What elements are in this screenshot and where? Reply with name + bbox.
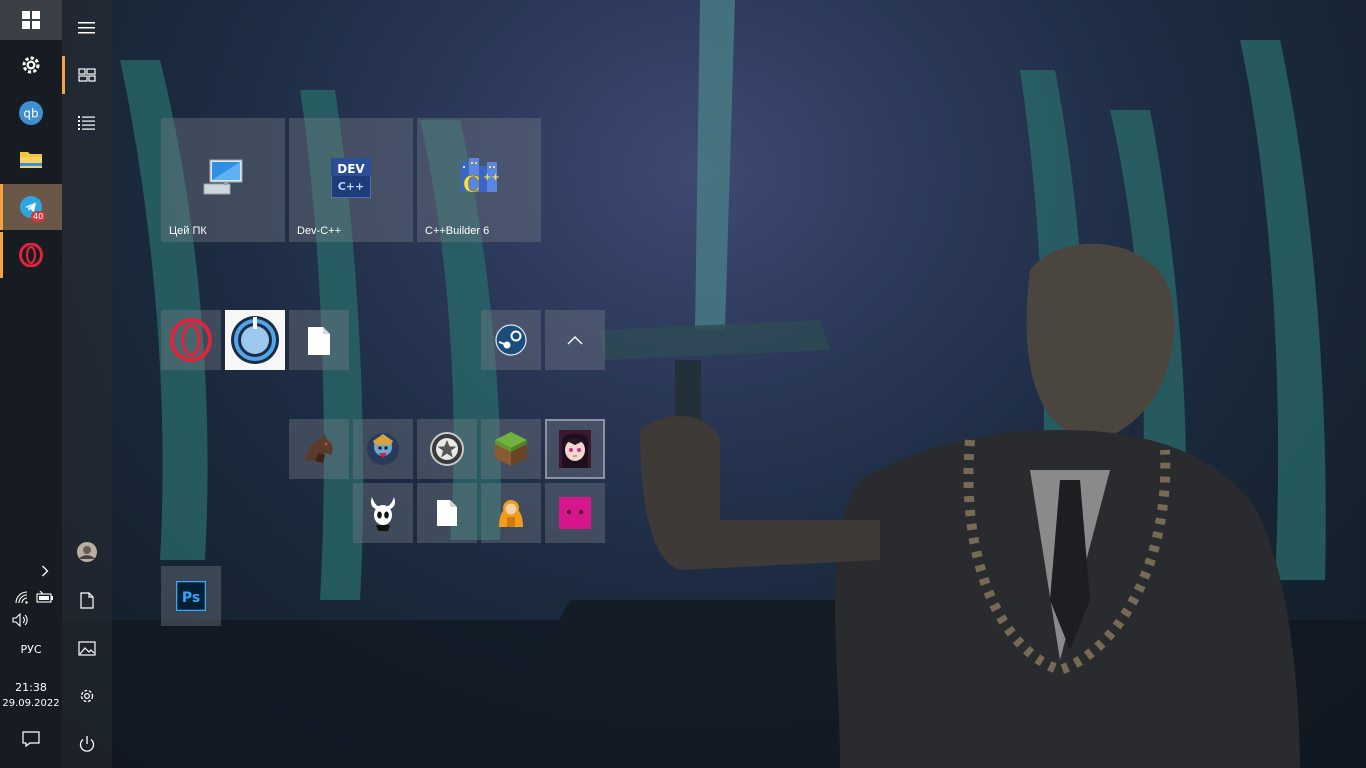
tile-hollow-knight[interactable] [353,483,413,543]
svg-text:C: C [463,172,481,198]
clock-time[interactable]: 21:38 [0,680,62,694]
file-icon [437,500,457,526]
opera-icon [19,243,43,267]
taskbar-app-qbittorrent[interactable]: qb [0,90,62,136]
unread-badge: 40 [31,211,46,222]
tile-devcpp[interactable]: DEV C++ Dev-C++ [289,118,413,242]
pink-square-icon [559,497,591,529]
show-hidden-icons-button[interactable] [37,562,53,580]
notification-icon [22,731,40,747]
tile-game-anime[interactable] [545,419,605,479]
computer-icon [203,159,243,195]
windows-logo-icon [22,11,40,29]
wifi-icon [15,591,28,604]
clock-date[interactable]: 29.09.2022 [0,696,62,710]
tile-folder-collapse[interactable] [545,310,605,370]
opera-icon [170,318,212,362]
star-badge-icon [430,432,464,466]
tile-document-2[interactable] [417,483,477,543]
taskbar-app-opera[interactable] [0,232,62,278]
tile-game-character[interactable] [353,419,413,479]
hollow-knight-icon [371,497,395,531]
taskbar: qb 40 РУС 21:38 29.09.2022 [0,0,62,768]
tile-label: C++Builder 6 [425,225,490,237]
horse-game-icon [305,434,333,463]
tile-game-orange[interactable] [481,483,541,543]
taskbar-app-telegram[interactable]: 40 [0,184,62,230]
gear-icon [22,56,40,74]
hamburger-icon [78,22,95,34]
start-menu-rail [62,0,112,768]
pinned-tiles-button[interactable] [62,52,112,98]
devcpp-logo-bottom: C++ [338,180,365,193]
grass-block-icon [495,432,527,466]
documents-button[interactable] [62,577,112,623]
avatar [77,542,97,562]
power-button[interactable] [62,721,112,767]
orange-character-icon [499,500,523,527]
document-icon [80,591,94,609]
start-button[interactable] [0,0,62,40]
tile-app-blue-circle[interactable] [225,310,285,370]
hamburger-menu-button[interactable] [62,5,112,51]
tile-game-pink[interactable] [545,483,605,543]
steam-icon [495,324,527,356]
tile-label: Цей ПК [169,225,207,237]
chevron-right-icon [42,565,49,577]
devcpp-icon: DEV C++ [331,158,371,198]
volume-tray-button[interactable] [10,611,32,629]
tile-label: Dev-C++ [297,225,342,237]
pictures-button[interactable] [62,625,112,671]
all-apps-button[interactable] [62,100,112,146]
photoshop-icon: Ps [176,581,206,611]
tile-game-horse[interactable] [289,419,349,479]
desktop-wallpaper [0,0,1366,768]
settings-button[interactable] [62,673,112,719]
taskbar-app-settings[interactable] [0,42,62,88]
pictures-icon [78,640,96,656]
blue-ring-app-icon [231,316,279,364]
tile-this-pc[interactable]: Цей ПК [161,118,285,242]
tiles-icon [78,68,96,82]
svg-text:++: ++ [483,172,500,183]
tile-document[interactable] [289,310,349,370]
gear-icon [80,689,94,703]
chevron-up-icon [567,336,583,345]
power-icon [79,736,95,752]
tile-cppbuilder[interactable]: C ++ C++Builder 6 [417,118,541,242]
app-list-icon [78,116,95,130]
tile-steam[interactable] [481,310,541,370]
cppbuilder-icon: C ++ [461,158,500,198]
tile-minecraft[interactable] [481,419,541,479]
tile-opera[interactable] [161,310,221,370]
user-account-button[interactable] [62,529,112,575]
hero-game-icon [367,433,399,465]
tile-photoshop[interactable]: Ps [161,566,221,626]
anime-girl-icon [559,430,591,468]
speaker-icon [12,613,28,627]
file-icon [308,327,330,355]
photoshop-logo-text: Ps [182,590,200,606]
network-tray-button[interactable] [13,589,31,605]
input-language-indicator[interactable]: РУС [0,640,62,658]
devcpp-logo-top: DEV [337,162,365,176]
battery-tray-button[interactable] [35,589,55,605]
action-center-button[interactable] [20,729,42,749]
qbittorrent-icon: qb [19,101,43,125]
folder-icon [20,152,42,168]
taskbar-app-file-explorer[interactable] [0,136,62,182]
battery-icon [36,591,53,603]
tile-game-star[interactable] [417,419,477,479]
svg-text:qb: qb [23,107,38,121]
